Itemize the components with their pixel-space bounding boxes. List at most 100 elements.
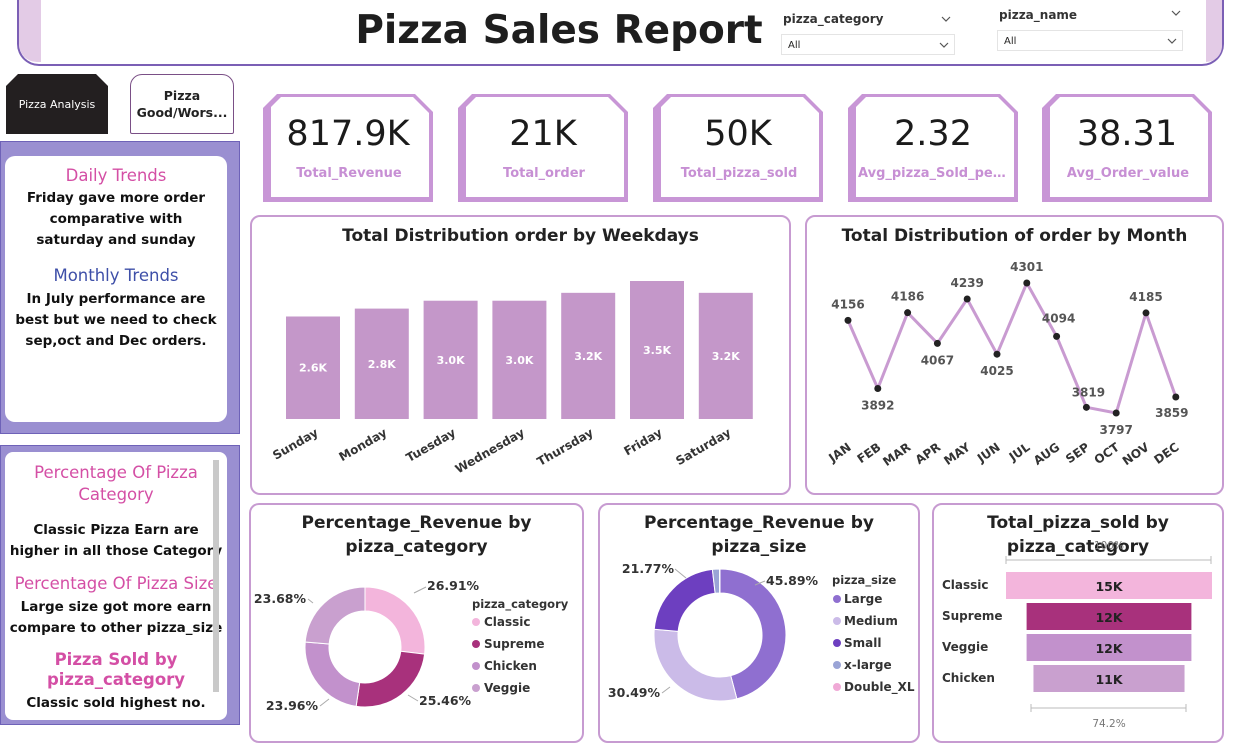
x-tick-label: AUG (1031, 440, 1062, 468)
pizza-analysis-label: Pizza Analysis (19, 98, 96, 111)
revenue-by-size-donut: 45.89%30.49%21.77%pizza_sizeLargeMediumS… (600, 505, 918, 741)
revenue-by-category-card: Percentage_Revenue by pizza_category 26.… (249, 503, 584, 743)
legend-item: Classic (484, 615, 531, 629)
data-label: 4025 (980, 364, 1013, 378)
kpi-total-order: 21K Total_order (458, 94, 628, 202)
legend-marker (833, 661, 841, 669)
kpi-label: Total_pizza_sold (663, 166, 815, 181)
scrollbar[interactable] (213, 460, 219, 692)
insights-card-trends: Daily Trends Friday gave more order comp… (5, 156, 227, 422)
data-point-feb (874, 385, 881, 392)
slice-data-label: 25.46% (419, 693, 472, 708)
slice-veggie (305, 587, 365, 644)
kpi-value: 50K (653, 114, 823, 154)
size-percent-heading: Percentage Of Pizza Size (5, 574, 227, 593)
legend-title: pizza_category (472, 597, 569, 612)
data-label: 3797 (1099, 423, 1132, 437)
legend-item: Double_XL (844, 680, 915, 695)
pizza-good-worst-button[interactable]: Pizza Good/Wors... (130, 74, 234, 134)
funnel-category-label: Chicken (942, 671, 995, 685)
monthly-trends-text: In July performance are best but we need… (5, 289, 227, 352)
legend-marker (472, 684, 480, 692)
leader-line (408, 695, 418, 701)
data-point-sep (1083, 404, 1090, 411)
data-point-jun (994, 351, 1001, 358)
slicer-pizza-category-value: All (788, 40, 800, 51)
monthly-orders-chart: 4156JAN3892FEB4186MAR4067APR4239MAY4025J… (807, 217, 1222, 493)
x-tick-label: DEC (1151, 440, 1181, 467)
data-point-jan (845, 317, 852, 324)
data-point-jul (1023, 280, 1030, 287)
chevron-down-icon[interactable] (1171, 8, 1181, 18)
kpi-label: Avg_Order_value (1052, 166, 1204, 181)
x-tick-label: FEB (855, 440, 884, 466)
kpi-label: Total_order (468, 166, 620, 181)
chevron-down-icon[interactable] (939, 40, 949, 50)
kpi-value: 21K (458, 114, 628, 154)
legend-marker (833, 683, 841, 691)
insights-panel-categories: Percentage Of Pizza Category Classic Piz… (0, 445, 240, 725)
data-label: 3859 (1155, 406, 1188, 420)
data-point-aug (1053, 333, 1060, 340)
x-tick-label: MAY (941, 440, 973, 468)
data-point-nov (1143, 309, 1150, 316)
x-tick-label: Tuesday (404, 425, 459, 465)
data-label: 4156 (831, 297, 864, 311)
data-label: 4094 (1042, 311, 1075, 325)
kpi-total-pizza-sold: 50K Total_pizza_sold (653, 94, 823, 202)
slice-small (654, 569, 715, 631)
slice-data-label: 23.96% (266, 698, 319, 713)
x-tick-label: Wednesday (453, 425, 527, 476)
chevron-down-icon[interactable] (1167, 36, 1177, 46)
chevron-down-icon[interactable] (941, 14, 951, 24)
x-tick-label: JUL (1006, 440, 1033, 465)
x-tick-label: Friday (621, 425, 664, 458)
data-label: 4067 (921, 353, 954, 367)
pizza-good-worst-label-1: Pizza (137, 87, 228, 104)
slicer-pizza-name-dropdown[interactable]: All (997, 30, 1183, 51)
category-percent-text: Classic Pizza Earn are higher in all tho… (5, 520, 227, 562)
leader-line (675, 569, 686, 578)
funnel-top-label: 100% (1094, 540, 1124, 552)
pizza-sold-by-category-card: Total_pizza_sold by pizza_category 100%1… (932, 503, 1224, 743)
revenue-by-size-card: Percentage_Revenue by pizza_size 45.89%3… (598, 503, 920, 743)
kpi-label: Total_Revenue (273, 166, 425, 181)
legend-marker (833, 639, 841, 647)
slice-chicken (305, 642, 360, 706)
funnel-category-label: Supreme (942, 609, 1002, 623)
x-tick-label: OCT (1092, 440, 1123, 468)
data-label: 4301 (1010, 260, 1043, 274)
slice-data-label: 26.91% (427, 578, 480, 593)
x-tick-label: Sunday (270, 425, 320, 462)
funnel-category-label: Veggie (942, 640, 988, 654)
bar-data-label: 3.2K (712, 350, 740, 363)
funnel-data-label: 12K (1095, 610, 1123, 625)
bar-data-label: 2.6K (299, 362, 327, 375)
data-label: 3819 (1072, 385, 1105, 399)
kpi-value: 38.31 (1042, 114, 1212, 154)
bar-data-label: 3.5K (643, 344, 671, 357)
kpi-value: 817.9K (263, 114, 433, 154)
weekday-orders-chart: 2.6KSunday2.8KMonday3.0KTuesday3.0KWedne… (252, 217, 789, 493)
x-tick-label: Monday (337, 425, 390, 464)
legend-item: Small (844, 636, 881, 650)
pizza-analysis-button[interactable]: Pizza Analysis (6, 74, 108, 134)
slicer-pizza-category-dropdown[interactable]: All (781, 34, 955, 55)
monthly-orders-chart-card: Total Distribution of order by Month 415… (805, 215, 1224, 495)
x-tick-label: SEP (1063, 440, 1092, 466)
leader-line (320, 699, 329, 706)
x-tick-label: Thursday (535, 425, 596, 468)
insights-panel-trends: Daily Trends Friday gave more order comp… (0, 141, 240, 434)
data-point-apr (934, 340, 941, 347)
legend-item: Veggie (484, 681, 530, 695)
slicer-pizza-name-label: pizza_name (999, 8, 1077, 22)
kpi-avg-pizza-sold: 2.32 Avg_pizza_Sold_per... (848, 94, 1018, 202)
legend-item: x-large (844, 658, 892, 672)
x-tick-label: Saturday (673, 425, 733, 468)
legend-marker (472, 662, 480, 670)
kpi-label: Avg_pizza_Sold_per... (858, 166, 1010, 181)
slicer-pizza-category-label: pizza_category (783, 12, 883, 26)
data-point-oct (1113, 410, 1120, 417)
bar-data-label: 3.0K (505, 354, 533, 367)
data-label: 4239 (950, 276, 983, 290)
